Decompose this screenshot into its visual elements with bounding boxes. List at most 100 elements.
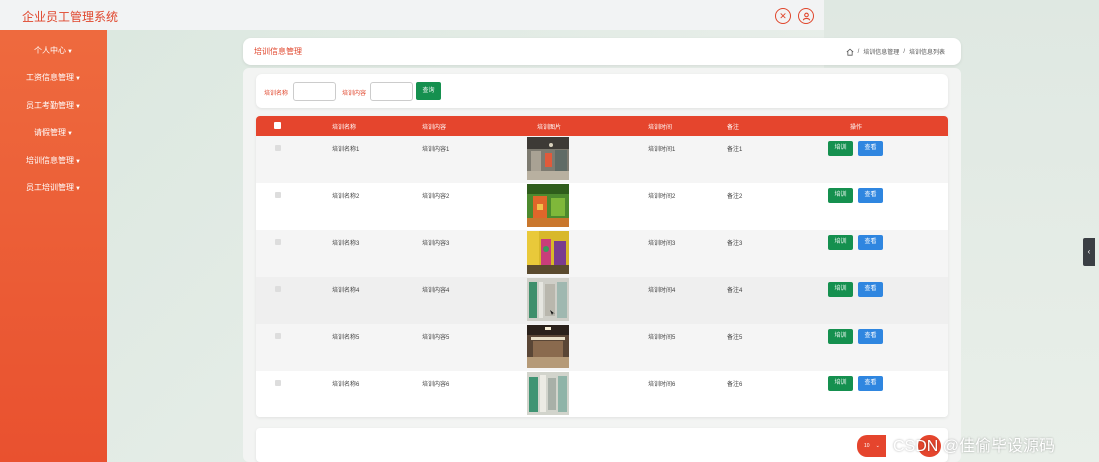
colorful-hall-photo — [527, 231, 569, 274]
training-name-label: 培训名称 — [264, 91, 289, 97]
sidebar — [0, 30, 107, 462]
table-row: 培训名称6 培训内容6 培训时间6 备注6 培训 查看 — [256, 371, 948, 417]
view-button[interactable]: 查看 — [858, 282, 883, 297]
cell-note: 备注6 — [727, 382, 743, 388]
cell-name: 培训名称3 — [332, 241, 360, 247]
sidebar-item-label: 培训信息管理 — [26, 156, 75, 165]
table-row: 培训名称4 培训内容4 培训时间4 备注4 培训 查看 — [256, 277, 948, 324]
row-checkbox[interactable] — [275, 145, 281, 151]
search-bar: 培训名称 培训内容 — [256, 74, 948, 108]
cell-note: 备注1 — [727, 147, 743, 153]
cell-content: 培训内容6 — [422, 382, 450, 388]
column-header-image: 培训图片 — [537, 125, 562, 131]
sidebar-item-personal-center[interactable]: 个人中心▼ — [0, 41, 107, 61]
user-circle-icon[interactable] — [798, 8, 814, 24]
close-circle-icon[interactable]: ✕ — [775, 8, 791, 24]
train-button[interactable]: 培训 — [828, 282, 853, 297]
caret-down-icon: ▼ — [67, 49, 73, 55]
cell-content: 培训内容2 — [422, 194, 450, 200]
sidebar-item-training-info[interactable]: 培训信息管理▼ — [0, 151, 107, 171]
cell-time: 培训时间2 — [648, 194, 676, 200]
cell-note: 备注3 — [727, 241, 743, 247]
training-table: 培训名称 培训内容 培训图片 培训时间 备注 操作 培训名称1 培训内容1 培训… — [256, 116, 948, 417]
home-icon[interactable] — [846, 48, 854, 56]
cell-time: 培训时间6 — [648, 382, 676, 388]
page-size-select[interactable]: 10 ⌄ — [857, 435, 886, 457]
pagination-bar — [256, 428, 948, 462]
cell-name: 培训名称2 — [332, 194, 360, 200]
row-checkbox[interactable] — [275, 380, 281, 386]
cell-note: 备注4 — [727, 288, 743, 294]
query-button[interactable]: 查询 — [416, 82, 441, 100]
chevron-left-icon[interactable]: ‹ — [1083, 238, 1095, 266]
caret-down-icon: ▼ — [75, 159, 81, 165]
caret-down-icon: ▼ — [75, 186, 81, 192]
classroom-green-photo — [527, 184, 569, 227]
cell-name: 培训名称1 — [332, 147, 360, 153]
train-button[interactable]: 培训 — [828, 376, 853, 391]
column-header-content[interactable]: 培训内容 — [422, 122, 446, 131]
row-checkbox[interactable] — [275, 239, 281, 245]
watermark: CSDN @佳偷毕设源码 — [893, 438, 1056, 455]
cell-content: 培训内容4 — [422, 288, 450, 294]
page-size-value: 10 — [864, 443, 870, 449]
sidebar-item-salary[interactable]: 工资信息管理▼ — [0, 68, 107, 88]
column-header-name[interactable]: 培训名称 — [332, 122, 356, 131]
cell-time: 培训时间3 — [648, 241, 676, 247]
cell-time: 培训时间4 — [648, 288, 676, 294]
app-title: 企业员工管理系统 — [22, 10, 119, 24]
cell-note: 备注5 — [727, 335, 743, 341]
table-row: 培训名称1 培训内容1 培训时间1 备注1 培训 查看 — [256, 136, 948, 183]
train-button[interactable]: 培训 — [828, 329, 853, 344]
sidebar-item-employee-training[interactable]: 员工培训管理▼ — [0, 178, 107, 198]
breadcrumb-item-training-info[interactable]: 培训信息管理 — [863, 47, 899, 56]
training-content-label: 培训内容 — [342, 91, 367, 97]
cell-time: 培训时间5 — [648, 335, 676, 341]
cell-name: 培训名称6 — [332, 382, 360, 388]
training-image[interactable] — [527, 278, 569, 321]
train-button[interactable]: 培训 — [828, 141, 853, 156]
train-button[interactable]: 培训 — [828, 188, 853, 203]
row-checkbox[interactable] — [275, 192, 281, 198]
page-title: 培训信息管理 — [254, 47, 302, 56]
chevron-down-icon: ⌄ — [875, 443, 880, 449]
page-header: 培训信息管理 / 培训信息管理 / 培训信息列表 — [243, 38, 961, 65]
training-image[interactable] — [527, 372, 569, 415]
row-checkbox[interactable] — [275, 286, 281, 292]
view-button[interactable]: 查看 — [858, 329, 883, 344]
training-image[interactable] — [527, 231, 569, 274]
sidebar-item-attendance[interactable]: 员工考勤管理▼ — [0, 96, 107, 116]
row-checkbox[interactable] — [275, 333, 281, 339]
view-button[interactable]: 查看 — [858, 141, 883, 156]
sidebar-item-label: 员工培训管理 — [26, 183, 75, 192]
column-header-note[interactable]: 备注 — [727, 122, 739, 131]
breadcrumb-separator: / — [903, 48, 905, 55]
training-image[interactable] — [527, 325, 569, 368]
training-room-photo — [527, 137, 569, 180]
sidebar-item-label: 个人中心 — [34, 46, 67, 55]
cell-content: 培训内容1 — [422, 147, 450, 153]
cell-time: 培训时间1 — [648, 147, 676, 153]
training-image[interactable] — [527, 137, 569, 180]
sidebar-item-label: 工资信息管理 — [26, 73, 75, 82]
office-hallway-photo — [527, 372, 569, 415]
view-button[interactable]: 查看 — [858, 235, 883, 250]
caret-down-icon: ▼ — [67, 131, 73, 137]
caret-down-icon: ▼ — [75, 76, 81, 82]
top-bar — [0, 0, 824, 30]
column-header-actions: 操作 — [850, 125, 863, 131]
table-row: 培训名称2 培训内容2 培训时间2 备注2 培训 查看 — [256, 183, 948, 230]
train-button[interactable]: 培训 — [828, 235, 853, 250]
cell-name: 培训名称4 — [332, 288, 360, 294]
select-all-checkbox[interactable] — [274, 122, 281, 129]
training-content-input[interactable] — [370, 82, 413, 101]
sidebar-item-leave[interactable]: 请假管理▼ — [0, 123, 107, 143]
column-header-time[interactable]: 培训时间 — [648, 122, 672, 131]
cell-note: 备注2 — [727, 194, 743, 200]
training-image[interactable] — [527, 184, 569, 227]
training-name-input[interactable] — [293, 82, 336, 101]
table-row: 培训名称5 培训内容5 培训时间5 备注5 培训 查看 — [256, 324, 948, 371]
view-button[interactable]: 查看 — [858, 376, 883, 391]
view-button[interactable]: 查看 — [858, 188, 883, 203]
breadcrumb: / 培训信息管理 / 培训信息列表 — [846, 47, 945, 56]
